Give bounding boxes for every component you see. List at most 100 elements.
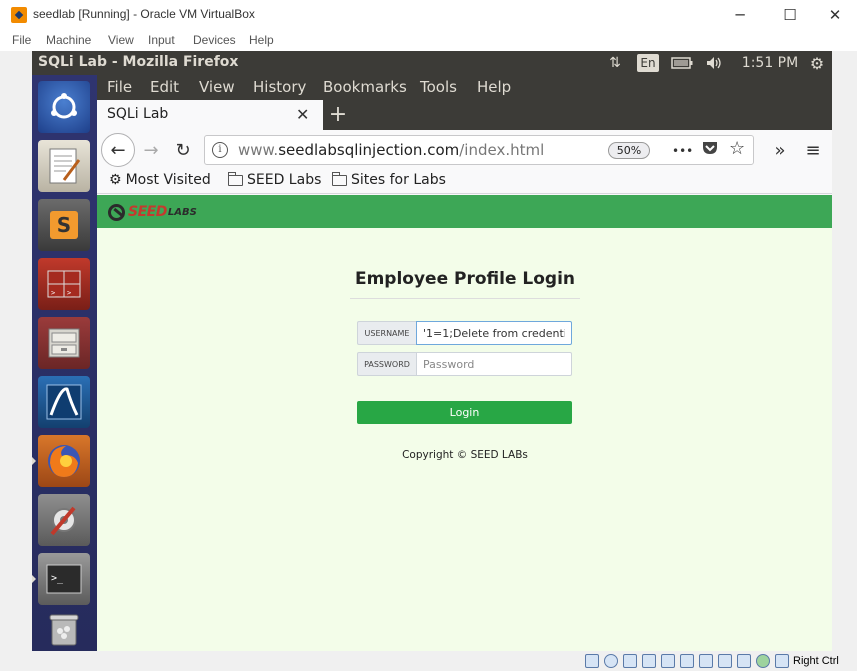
- ff-menu-history[interactable]: History: [253, 78, 306, 96]
- red-terminal-icon[interactable]: >_ >_: [38, 258, 90, 310]
- ff-menu-file[interactable]: File: [107, 78, 132, 96]
- ff-menu-help[interactable]: Help: [477, 78, 511, 96]
- login-divider: [350, 298, 580, 299]
- system-settings-launcher-icon[interactable]: [38, 494, 90, 546]
- battery-icon[interactable]: [669, 51, 695, 75]
- bookmark-sites-for-labs[interactable]: Sites for Labs: [332, 171, 446, 188]
- mouse-integration-icon[interactable]: [775, 654, 789, 668]
- password-input[interactable]: [416, 352, 572, 376]
- minimize-button[interactable]: ─: [717, 0, 763, 30]
- vbox-menu-view[interactable]: View: [108, 33, 134, 47]
- ff-menu-view[interactable]: View: [199, 78, 235, 96]
- keyboard-language-indicator[interactable]: En: [637, 54, 659, 72]
- terminal-graphic: >_: [46, 564, 82, 594]
- network-icon[interactable]: ⇅: [604, 51, 626, 75]
- new-tab-button[interactable]: +: [327, 101, 349, 129]
- page-actions-icon[interactable]: •••: [672, 144, 693, 158]
- bookmark-star-icon[interactable]: ☆: [729, 138, 745, 159]
- svg-text:>_: >_: [67, 289, 76, 297]
- back-button[interactable]: ←: [101, 133, 135, 167]
- zoom-level-badge[interactable]: 50%: [608, 142, 650, 159]
- tab-title: SQLi Lab: [107, 106, 169, 122]
- svg-text:>_: >_: [51, 573, 64, 584]
- folder-icon: [228, 171, 243, 186]
- settings-gear-graphic: [50, 506, 76, 536]
- copyright-text: Copyright © SEED LABs: [402, 449, 528, 461]
- terminal-icon[interactable]: >_: [38, 553, 90, 605]
- launcher-running-indicator: [32, 575, 36, 583]
- pocket-graphic: [703, 142, 717, 154]
- seed-header-bar: SEED LABS: [97, 195, 832, 228]
- wireshark-fin-graphic: [46, 384, 82, 420]
- file-manager-icon[interactable]: [38, 317, 90, 369]
- text-editor-icon[interactable]: [38, 140, 90, 192]
- username-input[interactable]: [416, 321, 572, 345]
- close-button[interactable]: ✕: [812, 0, 857, 30]
- sublime-text-icon[interactable]: S: [38, 199, 90, 251]
- display-icon[interactable]: [699, 654, 713, 668]
- firefox-menubar: File Edit View History Bookmarks Tools H…: [97, 75, 832, 100]
- audio-icon[interactable]: [623, 654, 637, 668]
- site-info-icon[interactable]: i: [212, 142, 228, 158]
- vbox-menubar: File Machine View Input Devices Help: [0, 30, 857, 51]
- usb-icon[interactable]: [661, 654, 675, 668]
- tab-close-icon[interactable]: ✕: [296, 105, 309, 124]
- cpu-icon[interactable]: [737, 654, 751, 668]
- bookmark-seed-labs[interactable]: SEED Labs: [228, 171, 322, 188]
- host-key-label: Right Ctrl: [793, 655, 839, 667]
- volume-icon[interactable]: [704, 51, 726, 75]
- vbox-menu-machine[interactable]: Machine: [46, 33, 91, 47]
- guest-screen: SQLi Lab - Mozilla Firefox ⇅ En 1:51 PM …: [32, 51, 832, 651]
- vbox-titlebar: seedlab [Running] - Oracle VM VirtualBox…: [0, 0, 857, 30]
- url-text[interactable]: www.seedlabsqlinjection.com/index.html: [238, 141, 544, 159]
- system-settings-icon[interactable]: ⚙: [806, 51, 828, 75]
- vbox-menu-input[interactable]: Input: [148, 33, 175, 47]
- hard-disk-icon[interactable]: [585, 654, 599, 668]
- ff-menu-tools[interactable]: Tools: [420, 78, 457, 96]
- vbox-window-title: seedlab [Running] - Oracle VM VirtualBox: [33, 7, 255, 21]
- clock[interactable]: 1:51 PM: [740, 51, 800, 75]
- folder-icon: [332, 171, 347, 186]
- ff-menu-edit[interactable]: Edit: [150, 78, 179, 96]
- forward-button[interactable]: →: [137, 136, 165, 164]
- shared-folders-icon[interactable]: [680, 654, 694, 668]
- volume-icon-graphic: [707, 57, 721, 69]
- maximize-button[interactable]: ☐: [767, 0, 813, 30]
- pocket-icon[interactable]: [701, 140, 719, 160]
- ubuntu-logo-icon: [51, 93, 77, 119]
- bookmark-label: SEED Labs: [247, 172, 322, 188]
- video-capture-icon[interactable]: [718, 654, 732, 668]
- text-editor-graphic: [49, 148, 81, 184]
- url-bar[interactable]: i www.seedlabsqlinjection.com/index.html…: [204, 135, 754, 165]
- wireshark-icon[interactable]: [38, 376, 90, 428]
- seed-logo-mark-icon: [108, 203, 125, 221]
- login-button[interactable]: Login: [357, 401, 572, 424]
- launcher-active-indicator: [32, 457, 36, 465]
- vbox-menu-help[interactable]: Help: [249, 33, 274, 47]
- trash-can-graphic: [49, 614, 79, 646]
- seed-labs-logo[interactable]: SEED LABS: [108, 203, 197, 221]
- svg-text:S: S: [57, 213, 71, 237]
- hamburger-menu-icon[interactable]: ≡: [799, 136, 827, 164]
- web-page: SEED LABS Employee Profile Login USERNAM…: [97, 195, 832, 651]
- firefox-icon[interactable]: [38, 435, 90, 487]
- firefox-logo-graphic: [48, 445, 80, 477]
- optical-drive-icon[interactable]: [604, 654, 618, 668]
- tab-sqli-lab[interactable]: SQLi Lab ✕: [97, 100, 323, 130]
- vbox-menu-file[interactable]: File: [12, 33, 31, 47]
- bookmark-most-visited[interactable]: ⚙ Most Visited: [109, 172, 211, 188]
- ubuntu-dash-icon[interactable]: [38, 81, 90, 133]
- username-row: USERNAME: [357, 321, 572, 345]
- url-domain: seedlabsqlinjection.com: [278, 141, 460, 159]
- vbox-menu-devices[interactable]: Devices: [193, 33, 236, 47]
- reload-button[interactable]: ↻: [169, 136, 197, 164]
- active-window-title: SQLi Lab - Mozilla Firefox: [38, 54, 239, 70]
- unity-launcher: S >_ >_ >_: [32, 75, 97, 651]
- virtualbox-icon: [11, 7, 27, 23]
- network-adapter-icon[interactable]: [642, 654, 656, 668]
- url-path: /index.html: [459, 141, 545, 159]
- ff-menu-bookmarks[interactable]: Bookmarks: [323, 78, 407, 96]
- overflow-menu-icon[interactable]: »: [767, 136, 793, 164]
- trash-icon[interactable]: [38, 609, 90, 649]
- vt-x-icon[interactable]: [756, 654, 770, 668]
